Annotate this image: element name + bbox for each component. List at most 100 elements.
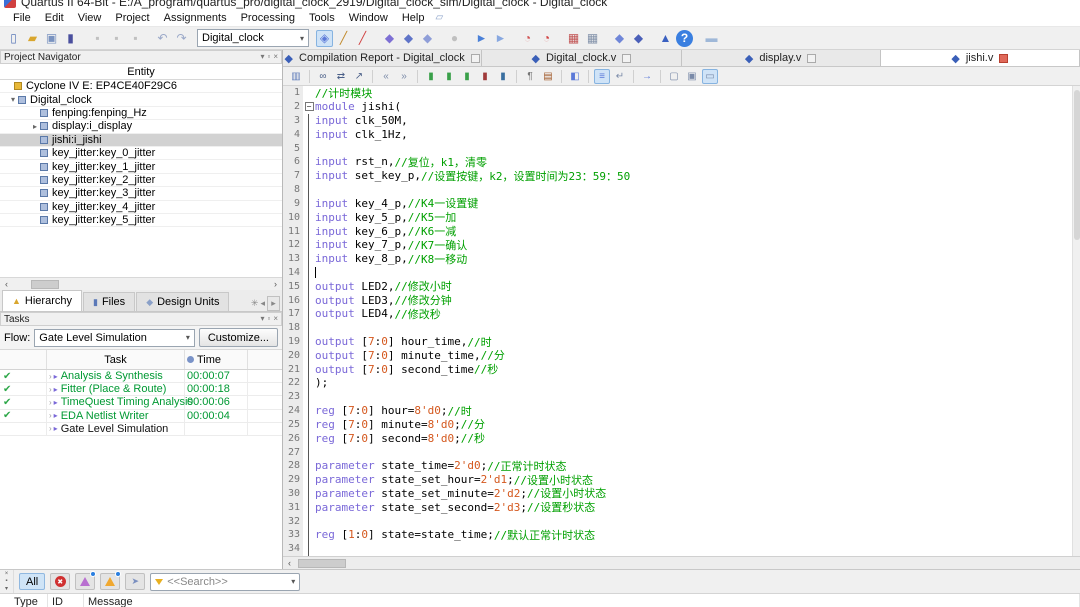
code-line[interactable]: 28parameter state_time=2'd0;//正常计时状态 bbox=[283, 459, 1080, 473]
copy-icon[interactable]: ▪ bbox=[108, 30, 125, 47]
tree-item[interactable]: key_jitter:key_2_jitter bbox=[0, 174, 282, 187]
code-line[interactable]: 22); bbox=[283, 376, 1080, 390]
code-line[interactable]: 34 bbox=[283, 542, 1080, 556]
feedback-icon[interactable]: ▬ bbox=[703, 30, 720, 47]
code-line[interactable]: 23 bbox=[283, 390, 1080, 404]
navigator-hscrollbar[interactable]: ‹ › bbox=[0, 277, 282, 290]
bookmark-prev-icon[interactable]: ▮ bbox=[459, 69, 475, 84]
tab-settings-icon[interactable]: ¶ bbox=[522, 69, 538, 84]
split-window-icon[interactable]: ▭ bbox=[702, 69, 718, 84]
task-row[interactable]: ✔›▸TimeQuest Timing Analysis00:00:06 bbox=[0, 396, 282, 409]
editor-vscrollbar[interactable] bbox=[1072, 86, 1080, 556]
tabs-scroll-right-icon[interactable]: ▸ bbox=[267, 296, 280, 311]
filter-warnings-button[interactable] bbox=[100, 573, 120, 590]
code-line[interactable]: 7input set_key_p,//设置按键，k2，设置时间为23：59：50 bbox=[283, 169, 1080, 183]
message-search-box[interactable]: <<Search>> ▾ bbox=[150, 573, 300, 591]
expand-icon[interactable]: › bbox=[49, 411, 52, 420]
code-line[interactable]: 21output [7:0] second_time//秒 bbox=[283, 362, 1080, 376]
tab-close-icon[interactable] bbox=[999, 54, 1008, 63]
scroll-left-icon[interactable]: ‹ bbox=[0, 278, 13, 290]
messages-close-icon[interactable]: × bbox=[5, 571, 9, 577]
tasks-close-icon[interactable]: × bbox=[273, 315, 278, 323]
panel-pin-icon[interactable]: ▫ bbox=[267, 53, 270, 61]
tree-item[interactable]: key_jitter:key_5_jitter bbox=[0, 214, 282, 227]
open-file-icon[interactable]: ▰ bbox=[24, 30, 41, 47]
menu-help[interactable]: Help bbox=[395, 10, 432, 26]
filter-critical-warnings-button[interactable] bbox=[75, 573, 95, 590]
expand-icon[interactable]: › bbox=[49, 424, 52, 433]
run-icon[interactable]: ► bbox=[492, 30, 509, 47]
code-line[interactable]: 20output [7:0] minute_time,//分 bbox=[283, 348, 1080, 362]
code-line[interactable]: 6input rst_n,//复位，k1，清零 bbox=[283, 155, 1080, 169]
code-line[interactable]: 11input key_6_p,//K6一减 bbox=[283, 224, 1080, 238]
netlist-viewer-icon[interactable]: ▦ bbox=[584, 30, 601, 47]
start-simulation-icon[interactable]: ► bbox=[473, 30, 490, 47]
code-line[interactable]: 24reg [7:0] hour=8'd0;//时 bbox=[283, 404, 1080, 418]
find-icon[interactable]: ∞ bbox=[315, 69, 331, 84]
redo-icon[interactable]: ↷ bbox=[173, 30, 190, 47]
code-editor[interactable]: 1//计时模块2−module jishi(3input clk_50M,4in… bbox=[283, 86, 1080, 556]
editor-tab-display-v[interactable]: ◆display.v bbox=[682, 50, 881, 66]
tree-item-selected[interactable]: jishi:i_jishi bbox=[0, 134, 282, 147]
code-line[interactable]: 19output [7:0] hour_time,//时 bbox=[283, 335, 1080, 349]
menu-processing[interactable]: Processing bbox=[234, 10, 302, 26]
tree-item[interactable]: fenping:fenping_Hz bbox=[0, 107, 282, 120]
menu-edit[interactable]: Edit bbox=[38, 10, 71, 26]
code-line[interactable]: 13input key_8_p,//K8一移动 bbox=[283, 252, 1080, 266]
save-project-icon[interactable]: ▮ bbox=[62, 30, 79, 47]
chip-planner-icon[interactable]: ▦ bbox=[565, 30, 582, 47]
start-analysis-icon[interactable]: ◈ bbox=[316, 30, 333, 47]
project-selector[interactable]: Digital_clock ▾ bbox=[197, 29, 309, 47]
task-row[interactable]: ›▸Gate Level Simulation bbox=[0, 423, 282, 436]
outdent-icon[interactable]: « bbox=[378, 69, 394, 84]
tabs-scroll-left-icon[interactable]: ◂ bbox=[260, 298, 265, 309]
editor-tab-jishi-v[interactable]: ◆jishi.v bbox=[881, 50, 1080, 66]
toggle-report-icon[interactable]: ▥ bbox=[288, 69, 304, 84]
code-line[interactable]: 4input clk_1Hz, bbox=[283, 127, 1080, 141]
menu-assignments[interactable]: Assignments bbox=[157, 10, 234, 26]
scrollbar-thumb[interactable] bbox=[1074, 90, 1080, 240]
code-line[interactable]: 29parameter state_set_hour=2'd1;//设置小时状态 bbox=[283, 473, 1080, 487]
bookmark-clear-icon[interactable]: ▮ bbox=[477, 69, 493, 84]
powerplay-icon[interactable]: ◔ bbox=[519, 30, 536, 47]
pin-planner-icon[interactable]: ╱ bbox=[354, 30, 371, 47]
tab-files[interactable]: ▮ Files bbox=[83, 292, 135, 311]
code-line[interactable]: 25reg [7:0] minute=8'd0;//分 bbox=[283, 418, 1080, 432]
bookmark-next-icon[interactable]: ▮ bbox=[441, 69, 457, 84]
tree-item[interactable]: key_jitter:key_1_jitter bbox=[0, 160, 282, 173]
tree-item[interactable]: Cyclone IV E: EP4CE40F29C6 bbox=[0, 80, 282, 93]
messages-float-icon[interactable]: ▪ bbox=[5, 578, 7, 584]
autocomplete-icon[interactable]: ↵ bbox=[612, 69, 628, 84]
cascade-icon[interactable]: ▣ bbox=[684, 69, 700, 84]
tab-close-icon[interactable] bbox=[622, 54, 631, 63]
tree-item[interactable]: key_jitter:key_3_jitter bbox=[0, 187, 282, 200]
code-line[interactable]: 9input key_4_p,//K4一设置键 bbox=[283, 197, 1080, 211]
menu-project[interactable]: Project bbox=[108, 10, 156, 26]
code-line[interactable]: 1//计时模块 bbox=[283, 86, 1080, 100]
fitter-icon[interactable]: ◆ bbox=[419, 30, 436, 47]
code-line[interactable]: 31parameter state_set_second=2'd3;//设置秒状… bbox=[283, 500, 1080, 514]
book-icon[interactable]: ▤ bbox=[540, 69, 556, 84]
code-line[interactable]: 33reg [1:0] state=state_time;//默认正常计时状态 bbox=[283, 528, 1080, 542]
code-line[interactable]: 12input key_7_p,//K7一确认 bbox=[283, 238, 1080, 252]
indent-icon[interactable]: » bbox=[396, 69, 412, 84]
code-line[interactable]: 26reg [7:0] second=8'd0;//秒 bbox=[283, 431, 1080, 445]
undo-icon[interactable]: ↶ bbox=[154, 30, 171, 47]
replace-icon[interactable]: ⇄ bbox=[333, 69, 349, 84]
stop-icon[interactable]: ● bbox=[446, 30, 463, 47]
code-line[interactable]: 10input key_5_p,//K5一加 bbox=[283, 210, 1080, 224]
new-window-icon[interactable]: ▢ bbox=[666, 69, 682, 84]
paste-icon[interactable]: ▪ bbox=[127, 30, 144, 47]
scrollbar-thumb[interactable] bbox=[31, 280, 59, 289]
tree-item[interactable]: ▾Digital_clock bbox=[0, 93, 282, 106]
code-line[interactable]: 27 bbox=[283, 445, 1080, 459]
bookmark-toggle-icon[interactable]: ▮ bbox=[423, 69, 439, 84]
filter-info-button[interactable]: ➤ bbox=[125, 573, 145, 590]
fold-collapse-icon[interactable]: − bbox=[305, 102, 314, 111]
customize-button[interactable]: Customize... bbox=[199, 328, 278, 347]
panel-float-icon[interactable]: ▾ bbox=[260, 53, 264, 61]
code-line[interactable]: 3input clk_50M, bbox=[283, 114, 1080, 128]
tasks-pin-icon[interactable]: ▫ bbox=[267, 315, 270, 323]
editor-hscrollbar[interactable]: ‹ bbox=[283, 556, 1080, 569]
tree-item[interactable]: ▸display:i_display bbox=[0, 120, 282, 133]
